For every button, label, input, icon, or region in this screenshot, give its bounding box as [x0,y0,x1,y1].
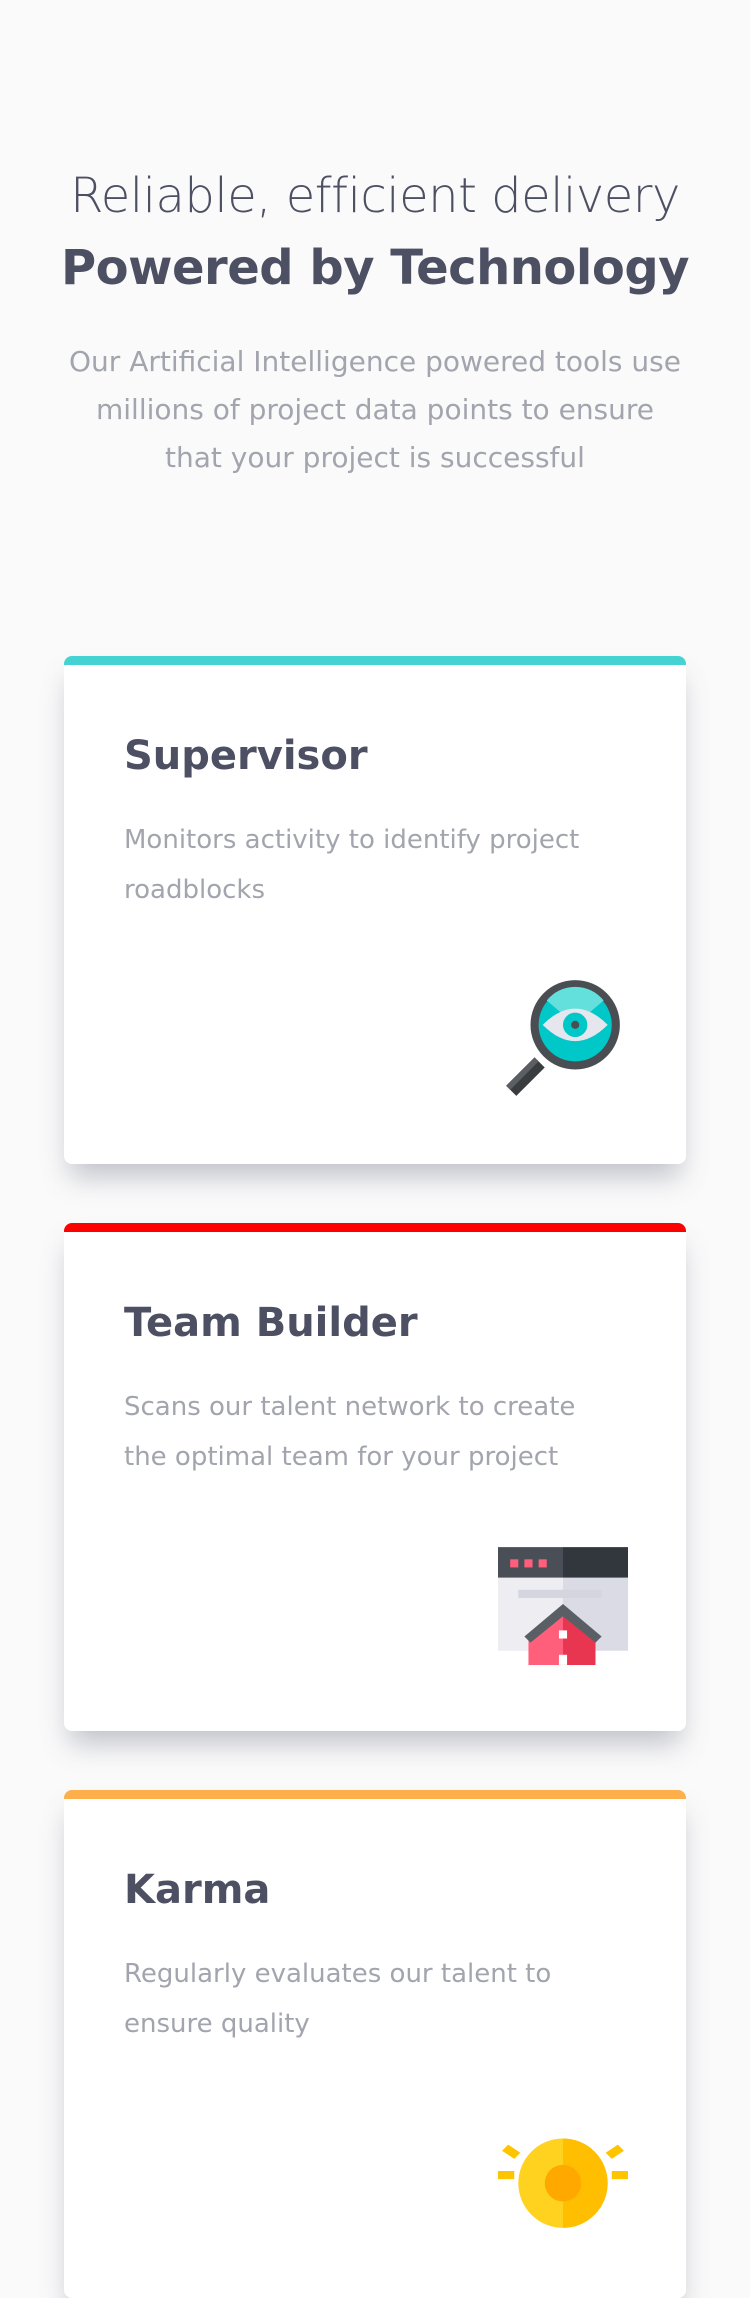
hero-title-bold: Powered by Technology [61,240,689,296]
card-description: Monitors activity to identify project ro… [124,825,580,905]
magnifier-eye-icon [506,980,620,1096]
card-description: Scans our talent network to create the o… [124,1392,576,1472]
browser-home-icon [498,1547,628,1665]
hero-section: Reliable, efficient delivery Powered by … [0,160,750,482]
card-karma: Karma Regularly evaluates our talent to … [64,1790,686,2298]
card-team-builder: Team Builder Scans our talent network to… [64,1223,686,1731]
card-title: Team Builder [124,1300,418,1346]
hero-title-light: Reliable, efficient delivery [70,168,680,224]
sun-gear-icon [498,2138,628,2228]
card-supervisor: Supervisor Monitors activity to identify… [64,656,686,1164]
card-title: Karma [124,1867,271,1913]
hero-description: Our Artificial Intelligence powered tool… [69,345,681,474]
card-title: Supervisor [124,733,368,779]
card-description: Regularly evaluates our talent to ensure… [124,1959,552,2039]
